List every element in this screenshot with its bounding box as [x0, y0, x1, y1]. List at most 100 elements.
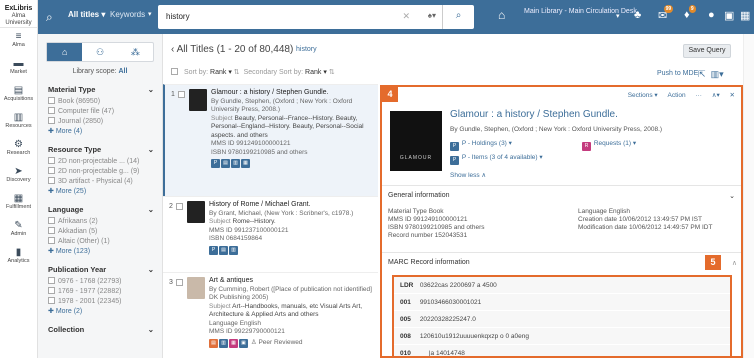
- checkbox[interactable]: [48, 217, 55, 224]
- facet-option[interactable]: 1769 - 1977 (22882): [48, 287, 154, 295]
- sections-dropdown[interactable]: Sections ▾: [628, 92, 658, 99]
- checkbox[interactable]: [48, 287, 55, 294]
- facet-option[interactable]: Afrikaans (2): [48, 217, 154, 225]
- select-all-checkbox[interactable]: [171, 68, 178, 75]
- sort-direction-icon[interactable]: ⇅: [329, 69, 335, 76]
- facet-option[interactable]: Altaic (Other) (1): [48, 237, 154, 245]
- tasks-icon[interactable]: ♣: [634, 9, 641, 21]
- digital-icon[interactable]: ▥: [231, 159, 240, 168]
- chevron-down-icon[interactable]: ⌄: [148, 265, 154, 274]
- save-query-button[interactable]: Save Query: [683, 44, 731, 58]
- items-link[interactable]: P P - Items (3 of 4 available) ▾: [450, 153, 543, 165]
- search-scope-icon[interactable]: ⌕: [46, 10, 53, 25]
- facet-option[interactable]: Book (86950): [48, 97, 154, 105]
- chevron-down-icon[interactable]: ▾: [148, 10, 152, 18]
- checkbox[interactable]: [48, 237, 55, 244]
- nav-alma[interactable]: ≡ Alma: [0, 28, 37, 55]
- request-icon[interactable]: ▦: [229, 338, 238, 348]
- facet-option[interactable]: 3D artifact - Physical (4): [48, 177, 154, 185]
- columns-icon[interactable]: ▥▾: [711, 69, 724, 79]
- close-icon[interactable]: ✕: [730, 92, 735, 99]
- print-resource-icon[interactable]: P: [209, 245, 218, 255]
- alerts-icon[interactable]: ♦ 9: [684, 5, 696, 21]
- nav-admin[interactable]: ✎ Admin: [0, 217, 37, 244]
- library-scope[interactable]: Library scope: All: [38, 68, 162, 75]
- holdings-link[interactable]: P P - Holdings (3) ▾: [450, 139, 512, 151]
- close-icon[interactable]: ✕: [402, 11, 410, 22]
- advanced-search-icon[interactable]: ♠▾: [428, 11, 436, 20]
- nav-fulfillment[interactable]: ▦ Fulfillment: [0, 190, 37, 217]
- facet-more-link[interactable]: ✚ More (25): [48, 187, 154, 195]
- electronic-icon[interactable]: ▤: [221, 159, 230, 168]
- nav-acquisitions[interactable]: ▤ Acquisitions: [0, 82, 37, 109]
- facet-option[interactable]: Computer file (47): [48, 107, 154, 115]
- record-checkbox[interactable]: [176, 203, 183, 210]
- checkbox[interactable]: [48, 117, 55, 124]
- chevron-down-icon[interactable]: ▾: [616, 12, 620, 20]
- notifications-icon[interactable]: ✉ 99: [658, 5, 674, 22]
- facet-more-link[interactable]: ✚ More (4): [48, 127, 154, 135]
- list-item[interactable]: 2 History of Rome / Michael Grant. By Gr…: [163, 196, 378, 272]
- home-icon[interactable]: ⌂: [47, 43, 83, 61]
- chevron-down-icon[interactable]: ⌄: [148, 325, 154, 334]
- search-scope-dropdown[interactable]: All titles ▾: [68, 10, 105, 19]
- checkbox[interactable]: [48, 107, 55, 114]
- print-resource-icon[interactable]: P: [211, 159, 220, 168]
- facet-option[interactable]: Akkadian (5): [48, 227, 154, 235]
- electronic-icon[interactable]: ▤: [209, 338, 218, 348]
- hierarchy-icon[interactable]: ⁂: [118, 43, 153, 61]
- electronic-icon[interactable]: ▤: [219, 245, 228, 255]
- sort-dropdown[interactable]: Rank ▾: [210, 69, 232, 76]
- secondary-sort-dropdown[interactable]: Rank ▾: [305, 69, 327, 76]
- collapse-icon[interactable]: ∧▾: [712, 92, 720, 99]
- search-button[interactable]: ⌕: [442, 5, 474, 29]
- record-title[interactable]: History of Rome / Michael Grant.: [209, 201, 374, 210]
- more-icon[interactable]: ···: [695, 92, 702, 99]
- chevron-down-icon[interactable]: ⌄: [729, 192, 735, 200]
- printer-icon[interactable]: ▣: [724, 9, 734, 22]
- detail-title[interactable]: Glamour : a history / Stephen Gundle.: [450, 109, 618, 120]
- nav-analytics[interactable]: ▮ Analytics: [0, 244, 37, 271]
- list-item[interactable]: 3 Art & antiques By Cumming, Robert ([Pl…: [163, 272, 378, 358]
- facet-option[interactable]: 0976 - 1768 (22793): [48, 277, 154, 285]
- checkbox[interactable]: [48, 227, 55, 234]
- checkbox[interactable]: [48, 277, 55, 284]
- search-field-dropdown[interactable]: Keywords: [110, 10, 145, 19]
- facet-option[interactable]: 2D non-projectable g... (9): [48, 167, 154, 175]
- collection-icon[interactable]: ▣: [239, 338, 248, 348]
- checkbox[interactable]: [48, 297, 55, 304]
- export-icon[interactable]: ⇱: [698, 69, 706, 79]
- user-icon[interactable]: ●: [708, 9, 715, 21]
- record-title[interactable]: Art & antiques: [209, 277, 374, 286]
- chevron-up-icon[interactable]: ∧: [732, 259, 737, 267]
- chevron-down-icon[interactable]: ⌄: [148, 85, 154, 94]
- sort-direction-icon[interactable]: ⇅: [234, 69, 240, 76]
- record-title[interactable]: Glamour : a history / Stephen Gundle.: [211, 89, 376, 98]
- facet-more-link[interactable]: ✚ More (123): [48, 247, 154, 255]
- show-less-link[interactable]: Show less ∧: [450, 171, 486, 179]
- checkbox[interactable]: [48, 167, 55, 174]
- nav-research[interactable]: ⚙ Research: [0, 136, 37, 163]
- query-link[interactable]: history: [289, 46, 317, 53]
- record-checkbox[interactable]: [176, 279, 183, 286]
- nav-market[interactable]: ▬ Market: [0, 55, 37, 82]
- search-input[interactable]: history ✕ ♠▾ ⌕: [158, 5, 474, 29]
- list-item[interactable]: 1 Glamour : a history / Stephen Gundle. …: [163, 84, 378, 196]
- grid-icon[interactable]: ▦: [740, 9, 750, 22]
- digital-icon[interactable]: ▥: [219, 338, 228, 348]
- chevron-down-icon[interactable]: ⌄: [148, 145, 154, 154]
- facet-option[interactable]: 2D non-projectable ... (14): [48, 157, 154, 165]
- checkbox[interactable]: [48, 97, 55, 104]
- facet-option[interactable]: 1978 - 2001 (22345): [48, 297, 154, 305]
- checkbox[interactable]: [48, 177, 55, 184]
- facet-more-link[interactable]: ✚ More (2): [48, 307, 154, 315]
- action-dropdown[interactable]: Action: [668, 92, 686, 99]
- right-scroll-strip[interactable]: [743, 34, 754, 358]
- requests-link[interactable]: R Requests (1) ▾: [582, 139, 636, 151]
- chevron-down-icon[interactable]: ⌄: [148, 205, 154, 214]
- push-to-mde-link[interactable]: Push to MDE: [657, 70, 698, 77]
- request-icon[interactable]: ▦: [241, 159, 250, 168]
- checkbox[interactable]: [48, 157, 55, 164]
- digital-icon[interactable]: ▥: [229, 245, 238, 255]
- users-icon[interactable]: ⚇: [82, 43, 117, 61]
